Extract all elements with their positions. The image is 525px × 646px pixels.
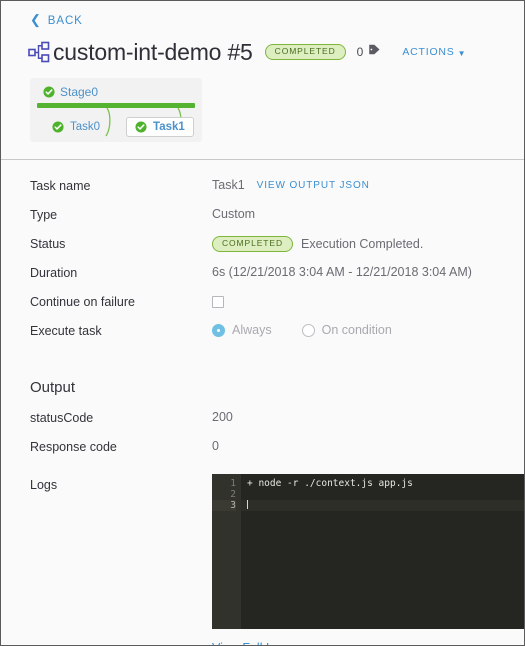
pipeline-hierarchy-icon bbox=[28, 41, 50, 63]
actions-menu-label: ACTIONS bbox=[402, 46, 455, 58]
check-circle-icon bbox=[52, 120, 64, 133]
logs-label: Logs bbox=[30, 478, 58, 492]
detail-row-continue-on-failure: Continue on failure bbox=[1, 294, 524, 323]
continue-on-failure-checkbox[interactable] bbox=[212, 296, 224, 308]
chevron-left-icon: ❮ bbox=[30, 12, 42, 27]
log-gutter: 1 2 3 bbox=[212, 474, 241, 629]
title-row: custom-int-demo #5 COMPLETED 0 ACTIONS ▼ bbox=[1, 30, 524, 65]
duration-label: Duration bbox=[30, 266, 78, 280]
continue-on-failure-value bbox=[212, 294, 224, 308]
log-line-number: 3 bbox=[212, 500, 236, 511]
log-line-active bbox=[241, 500, 524, 511]
actions-menu-button[interactable]: ACTIONS ▼ bbox=[402, 46, 466, 58]
type-label: Type bbox=[30, 208, 58, 222]
execute-task-label: Execute task bbox=[30, 324, 102, 338]
log-console[interactable]: 1 2 3 + node -r ./context.js app.js bbox=[212, 474, 524, 629]
status-label: Status bbox=[30, 237, 66, 251]
task-status-badge: COMPLETED bbox=[212, 236, 293, 252]
status-value-group: COMPLETED Execution Completed. bbox=[212, 236, 423, 252]
task-node-label: Task0 bbox=[70, 120, 101, 133]
status-code-value: 200 bbox=[212, 410, 233, 424]
type-value: Custom bbox=[212, 207, 256, 221]
continue-on-failure-label: Continue on failure bbox=[30, 295, 135, 309]
text-caret bbox=[247, 500, 248, 509]
view-output-json-link[interactable]: VIEW OUTPUT JSON bbox=[257, 180, 370, 191]
execute-task-radio-group: Always On condition bbox=[212, 323, 392, 337]
task-node-task1[interactable]: Task1 bbox=[126, 116, 194, 137]
tag-icon[interactable] bbox=[368, 43, 381, 61]
task-name-label: Task name bbox=[30, 179, 91, 193]
status-message: Execution Completed. bbox=[301, 236, 424, 251]
radio-always-label: Always bbox=[232, 323, 272, 337]
pipeline-status-badge: COMPLETED bbox=[264, 44, 346, 60]
task-name-value-group: Task1 VIEW OUTPUT JSON bbox=[212, 178, 370, 192]
output-section-title: Output bbox=[30, 379, 76, 396]
execute-task-value: Always On condition bbox=[212, 323, 392, 337]
detail-row-logs: Logs 1 2 3 + node -r ./context.js app.js bbox=[1, 474, 524, 629]
log-content: + node -r ./context.js app.js bbox=[241, 474, 524, 629]
stage-name-label: Stage0 bbox=[60, 85, 99, 99]
status-code-label: statusCode bbox=[30, 411, 94, 425]
response-code-value: 0 bbox=[212, 439, 219, 453]
duration-value: 6s (12/21/2018 3:04 AM - 12/21/2018 3:04… bbox=[212, 265, 472, 279]
task-row: Task0 Task1 bbox=[30, 108, 202, 138]
log-line: + node -r ./context.js app.js bbox=[247, 478, 413, 489]
detail-row-status: Status COMPLETED Execution Completed. bbox=[1, 236, 524, 265]
chevron-down-icon: ▼ bbox=[457, 48, 467, 58]
page-header: ❮ BACK custom-int-demo #5 COMPLETED 0 AC… bbox=[1, 1, 524, 160]
check-circle-icon bbox=[43, 86, 55, 98]
detail-row-type: Type Custom bbox=[1, 207, 524, 236]
radio-on-condition-label: On condition bbox=[321, 323, 392, 337]
radio-always[interactable] bbox=[212, 323, 225, 337]
view-full-log-link[interactable]: View Full Log bbox=[1, 629, 524, 645]
task-node-task0[interactable]: Task0 bbox=[44, 117, 108, 137]
task-detail-screen: ❮ BACK custom-int-demo #5 COMPLETED 0 AC… bbox=[0, 0, 525, 646]
pipeline-graph-panel: Stage0 Task0 Task1 bbox=[30, 78, 202, 142]
task-name-value: Task1 bbox=[212, 178, 245, 192]
detail-row-response-code: Response code 0 bbox=[1, 439, 524, 468]
detail-row-status-code: statusCode 200 bbox=[1, 410, 524, 439]
page-title: custom-int-demo #5 bbox=[53, 38, 253, 65]
log-line-number: 1 bbox=[230, 478, 236, 489]
detail-row-execute-task: Execute task Always On condition bbox=[1, 323, 524, 352]
task-node-label: Task1 bbox=[153, 120, 185, 133]
tag-count: 0 bbox=[356, 45, 364, 59]
back-button-label: BACK bbox=[47, 14, 83, 27]
stage-header[interactable]: Stage0 bbox=[30, 85, 202, 99]
detail-row-duration: Duration 6s (12/21/2018 3:04 AM - 12/21/… bbox=[1, 265, 524, 294]
detail-row-task-name: Task name Task1 VIEW OUTPUT JSON bbox=[1, 178, 524, 207]
response-code-label: Response code bbox=[30, 440, 117, 454]
log-line-number: 2 bbox=[230, 489, 236, 500]
radio-on-condition[interactable] bbox=[301, 323, 315, 337]
back-button[interactable]: ❮ BACK bbox=[1, 1, 83, 27]
task-detail-panel: Task name Task1 VIEW OUTPUT JSON Type Cu… bbox=[1, 160, 524, 645]
check-circle-icon bbox=[135, 120, 147, 133]
